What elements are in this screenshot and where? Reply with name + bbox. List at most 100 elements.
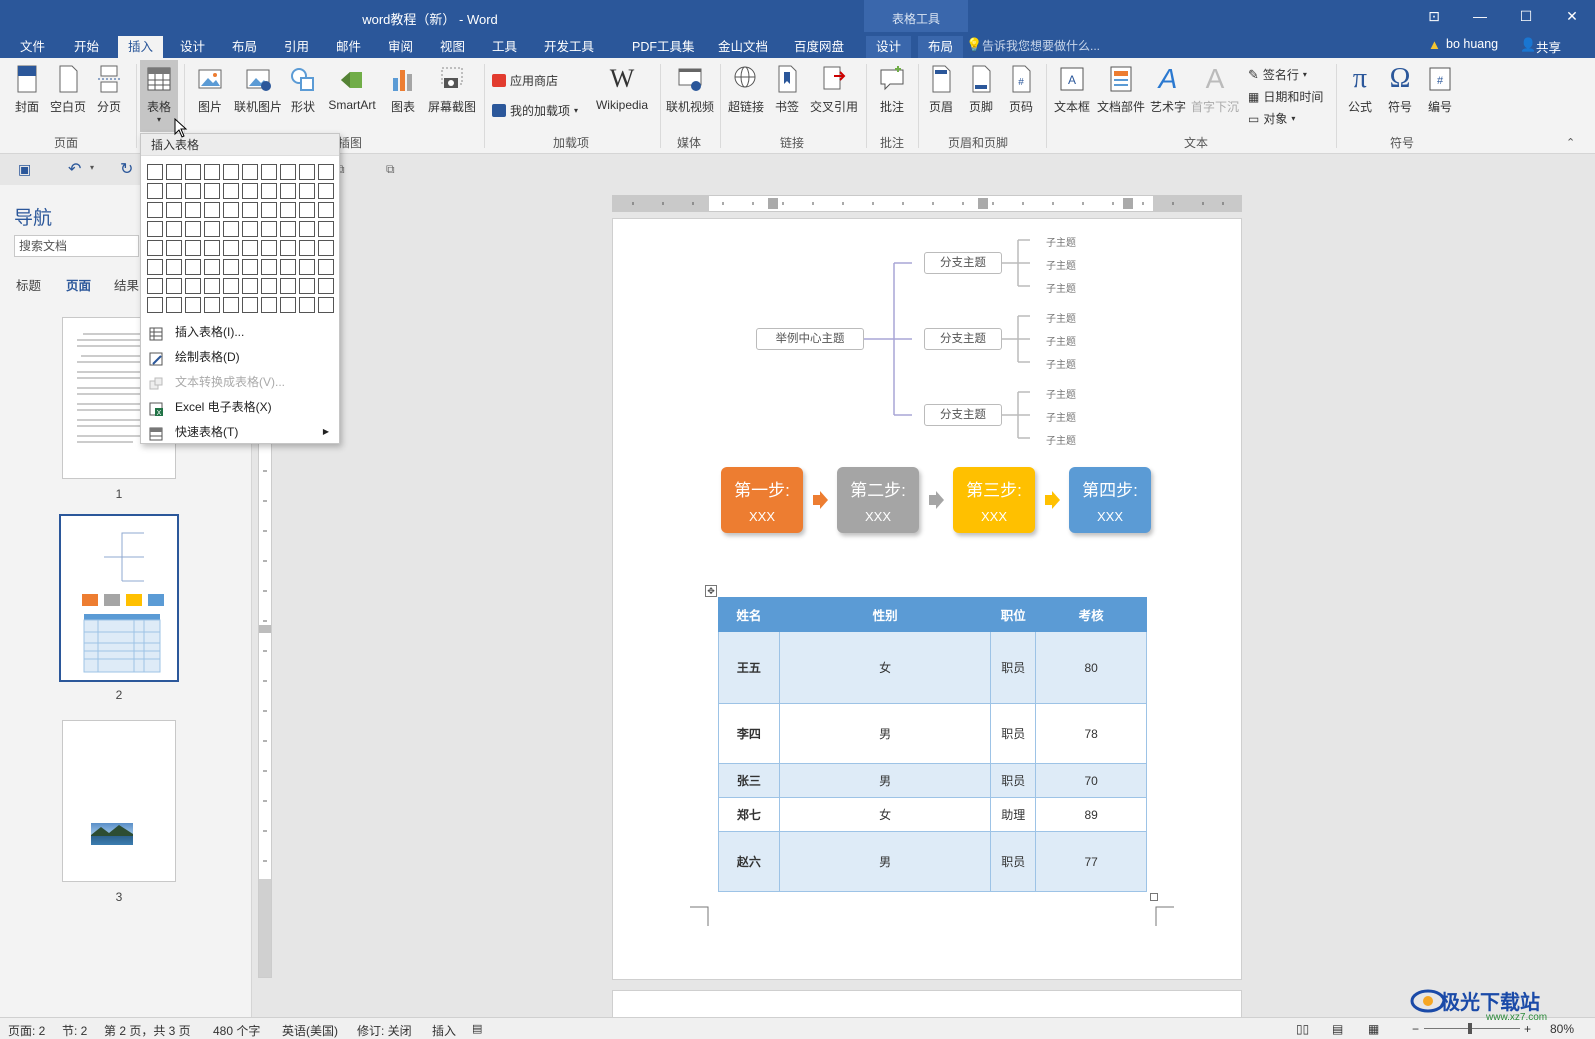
number-button[interactable]: # 编号 [1424, 64, 1456, 115]
tab-table-design[interactable]: 设计 [866, 36, 912, 58]
maximize-button[interactable]: ☐ [1503, 0, 1549, 32]
tell-me-search[interactable]: 告诉我您想要做什么... [982, 37, 1100, 54]
table-grid-cell[interactable] [299, 240, 315, 256]
tab-developer[interactable]: 开发工具 [534, 36, 604, 58]
table-cell[interactable]: 赵六 [718, 831, 780, 892]
page-thumbnail-2[interactable] [59, 514, 179, 682]
mindmap-subtopic[interactable]: 子主题 [1046, 386, 1076, 401]
nav-tab-pages[interactable]: 页面 [66, 275, 91, 294]
equation-button[interactable]: π 公式 [1344, 64, 1376, 115]
tab-file[interactable]: 文件 [10, 36, 55, 58]
table-grid-cell[interactable] [242, 278, 258, 294]
table-grid-cell[interactable] [242, 202, 258, 218]
table-grid-cell[interactable] [261, 164, 277, 180]
table-cell[interactable]: 男 [778, 703, 992, 764]
table-grid-cell[interactable] [261, 297, 277, 313]
table-grid-cell[interactable] [280, 202, 296, 218]
cross-reference-button[interactable]: 交叉引用 [808, 64, 860, 115]
mindmap-center-topic[interactable]: 举例中心主题 [756, 328, 864, 350]
convert-text-to-table-menu-item[interactable]: 文本转换成表格(V)... [141, 370, 339, 394]
table-grid-cell[interactable] [147, 278, 163, 294]
table-grid-cell[interactable] [242, 259, 258, 275]
table-grid-cell[interactable] [280, 240, 296, 256]
table-cell[interactable]: 李四 [718, 703, 780, 764]
zoom-out-button[interactable]: − [1412, 1022, 1419, 1036]
tab-review[interactable]: 审阅 [378, 36, 423, 58]
collapse-ribbon-icon[interactable]: ⌃ [1566, 136, 1575, 149]
undo-icon[interactable]: ↶ [68, 159, 81, 179]
table-grid-cell[interactable] [280, 221, 296, 237]
table-grid-cell[interactable] [242, 297, 258, 313]
table-cell[interactable]: 助理 [990, 797, 1037, 832]
table-button[interactable]: 表格 ▾ [140, 60, 178, 132]
table-cell[interactable]: 70 [1035, 763, 1147, 798]
table-grid-cell[interactable] [242, 164, 258, 180]
table-cell[interactable]: 女 [778, 797, 992, 832]
my-addins-button[interactable]: 我的加载项 ▾ [492, 102, 578, 119]
toolbar-extra-icon[interactable]: ⧉ [386, 162, 395, 177]
table-grid-cell[interactable] [223, 183, 239, 199]
table-grid-cell[interactable] [242, 221, 258, 237]
save-icon[interactable]: ▣ [18, 161, 31, 178]
table-grid-cell[interactable] [261, 278, 277, 294]
column-header[interactable]: 姓名 [718, 597, 780, 632]
table-grid-cell[interactable] [223, 278, 239, 294]
table-cell[interactable]: 89 [1035, 797, 1147, 832]
mindmap-subtopic[interactable]: 子主题 [1046, 333, 1076, 348]
table-grid-cell[interactable] [204, 297, 220, 313]
table-grid-cell[interactable] [299, 259, 315, 275]
new-comment-button[interactable]: 批注 [872, 64, 912, 115]
table-grid-cell[interactable] [318, 202, 334, 218]
table-grid-cell[interactable] [261, 202, 277, 218]
horizontal-ruler[interactable] [612, 195, 1242, 212]
table-grid-cell[interactable] [204, 240, 220, 256]
table-grid-cell[interactable] [147, 202, 163, 218]
ribbon-display-options-button[interactable]: ⊡ [1411, 0, 1457, 32]
mindmap-subtopic[interactable]: 子主题 [1046, 280, 1076, 295]
table-grid-cell[interactable] [261, 259, 277, 275]
tab-view[interactable]: 视图 [430, 36, 475, 58]
excel-spreadsheet-menu-item[interactable]: X Excel 电子表格(X) [141, 395, 339, 419]
status-insert-mode[interactable]: 插入 [432, 1022, 456, 1039]
table-cell[interactable]: 张三 [718, 763, 780, 798]
quick-parts-button[interactable]: 文档部件 [1096, 64, 1146, 115]
wikipedia-button[interactable]: W Wikipedia [590, 64, 654, 112]
zoom-slider[interactable] [1424, 1028, 1520, 1029]
status-language[interactable]: 英语(美国) [282, 1022, 338, 1039]
column-header[interactable]: 考核 [1035, 597, 1147, 632]
table-grid-cell[interactable] [318, 297, 334, 313]
table-grid-cell[interactable] [204, 202, 220, 218]
tab-design[interactable]: 设计 [170, 36, 215, 58]
table-grid-cell[interactable] [223, 259, 239, 275]
table-grid-cell[interactable] [185, 164, 201, 180]
table-grid-cell[interactable] [223, 297, 239, 313]
mindmap-branch-topic[interactable]: 分支主题 [924, 252, 1002, 274]
table-grid-cell[interactable] [185, 240, 201, 256]
table-grid-cell[interactable] [223, 240, 239, 256]
tab-mailings[interactable]: 邮件 [326, 36, 371, 58]
table-move-handle-icon[interactable]: ✥ [705, 585, 717, 597]
store-button[interactable]: 应用商店 [492, 72, 558, 89]
online-video-button[interactable]: 联机视频 [664, 64, 716, 115]
table-grid-cell[interactable] [318, 278, 334, 294]
table-grid-cell[interactable] [166, 202, 182, 218]
tab-kingsoft-docs[interactable]: 金山文档 [708, 36, 778, 58]
status-page[interactable]: 页面: 2 [8, 1022, 45, 1039]
table-grid-cell[interactable] [147, 221, 163, 237]
mindmap-subtopic[interactable]: 子主题 [1046, 409, 1076, 424]
mindmap-branch-topic[interactable]: 分支主题 [924, 404, 1002, 426]
footer-button[interactable]: 页脚 [966, 64, 996, 115]
data-table[interactable]: 姓名 性别 职位 考核 王五 女 职员 80 李四 男 职员 78 张三 男 职… [718, 597, 1147, 892]
quick-tables-menu-item[interactable]: 快速表格(T) ▶ [141, 420, 339, 444]
object-button[interactable]: ▭ 对象 ▾ [1248, 110, 1295, 127]
draw-table-menu-item[interactable]: 绘制表格(D) [141, 345, 339, 369]
chevron-down-icon[interactable]: ▾ [90, 163, 94, 172]
shapes-button[interactable]: 形状 [288, 64, 318, 115]
status-section[interactable]: 节: 2 [62, 1022, 87, 1039]
table-grid-cell[interactable] [166, 259, 182, 275]
table-grid-cell[interactable] [280, 259, 296, 275]
table-grid-cell[interactable] [166, 221, 182, 237]
table-grid-cell[interactable] [204, 221, 220, 237]
table-grid-cell[interactable] [280, 164, 296, 180]
tab-references[interactable]: 引用 [274, 36, 319, 58]
